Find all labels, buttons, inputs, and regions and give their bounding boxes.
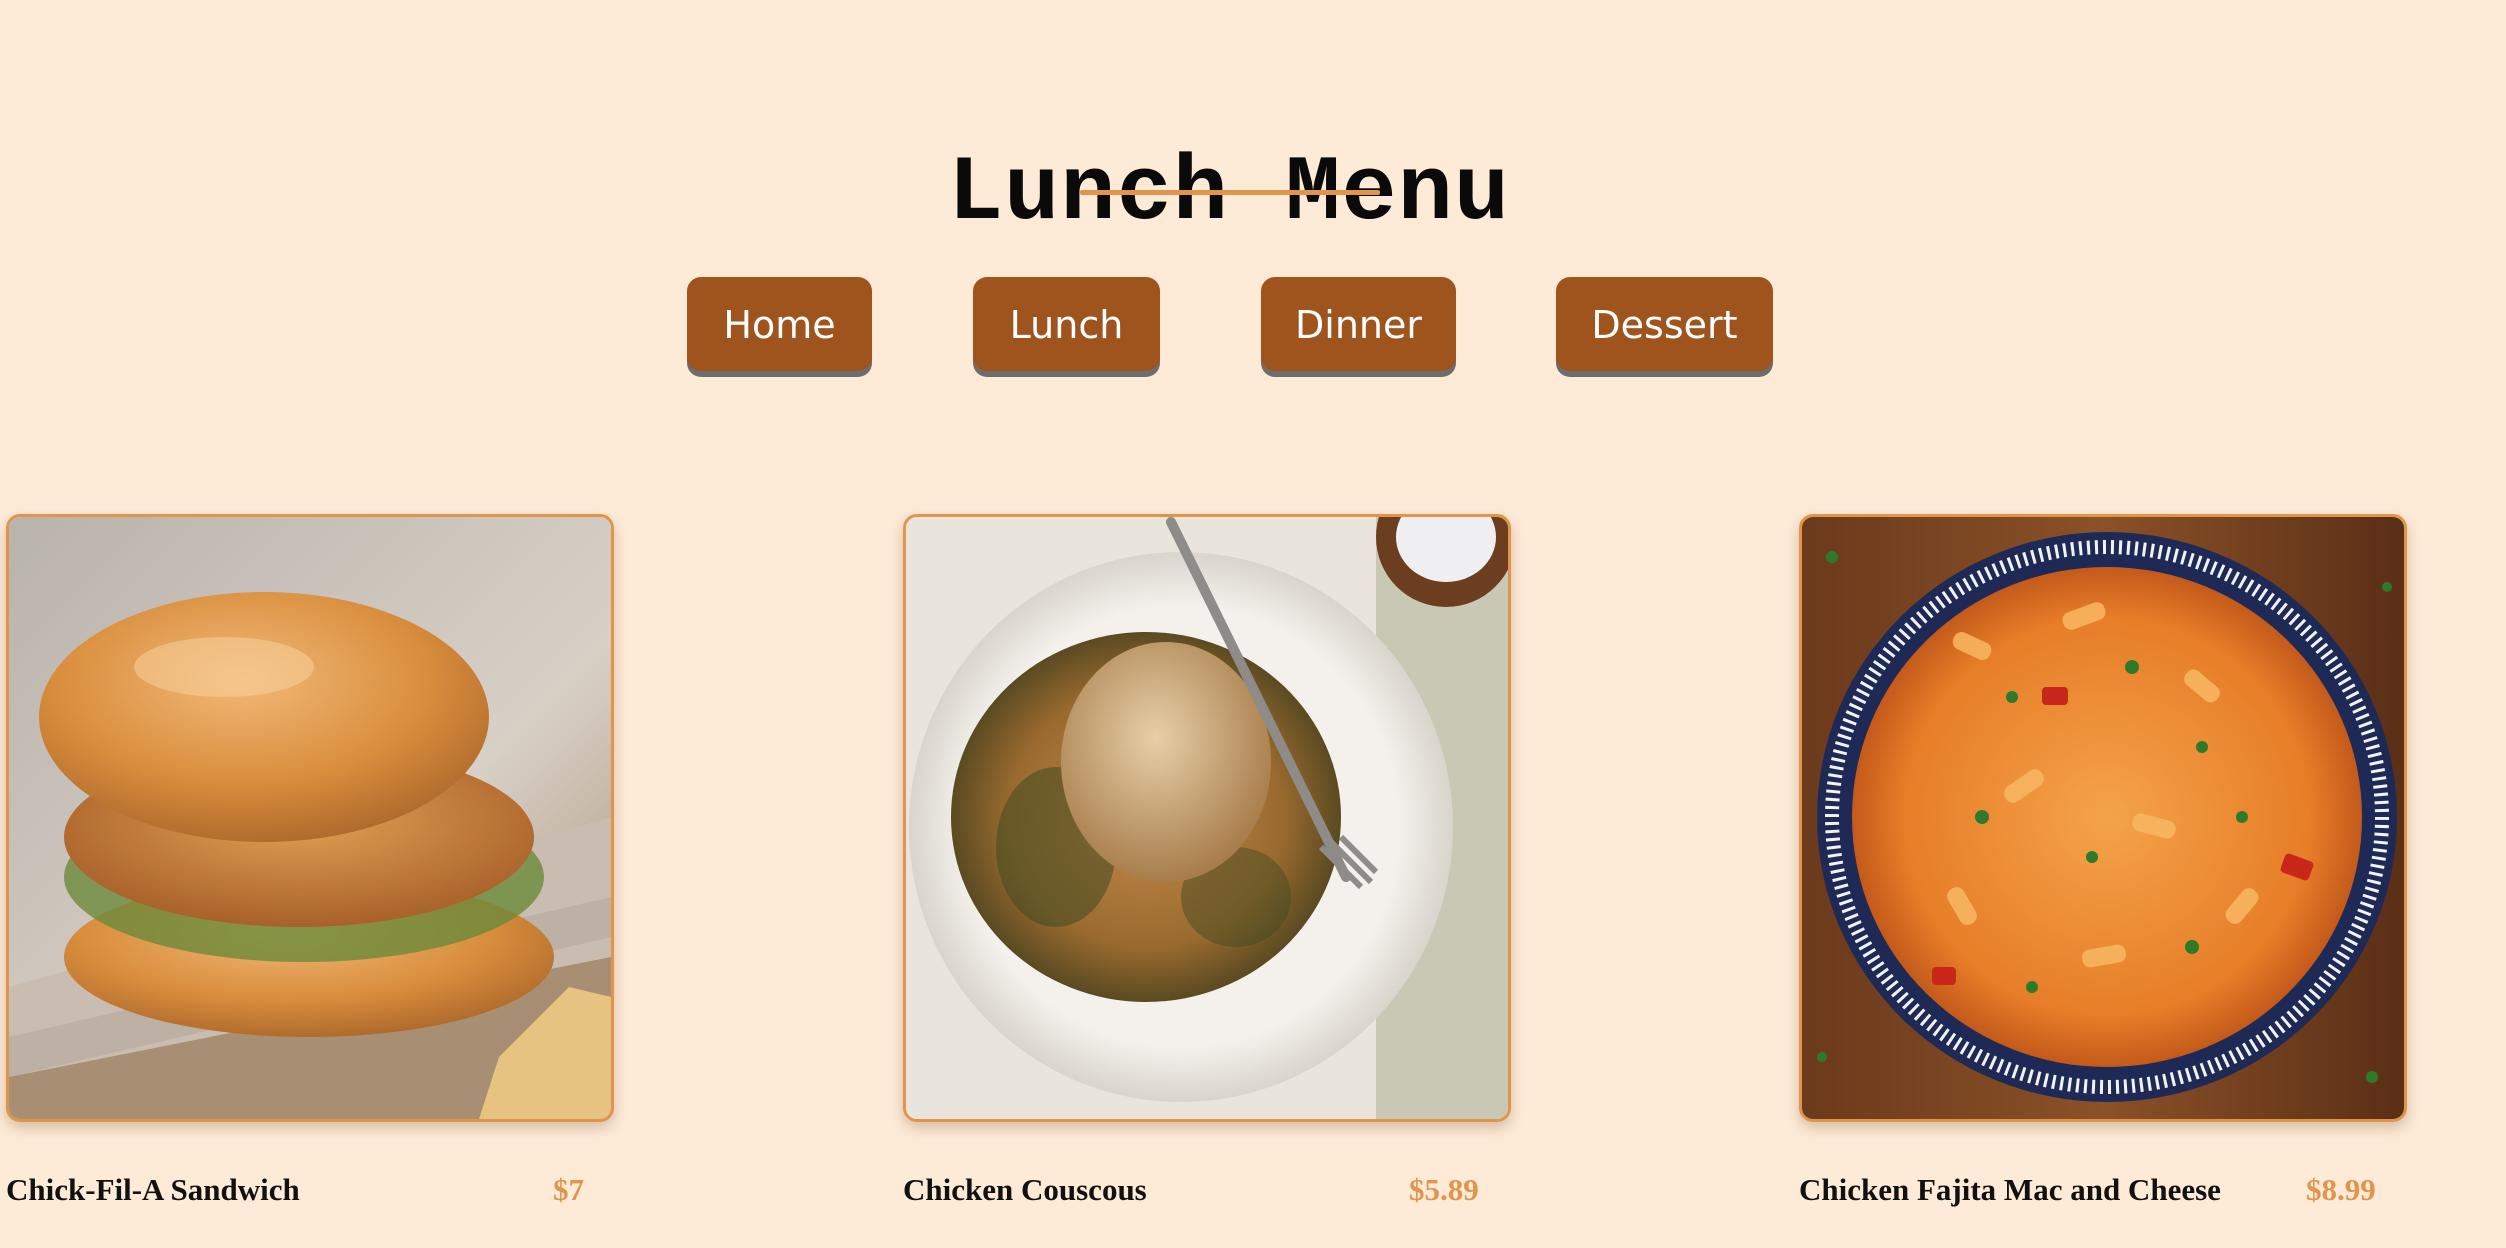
chicken-couscous-photo <box>906 517 1508 1119</box>
nav-lunch-button[interactable]: Lunch <box>973 277 1160 371</box>
menu-card-fajita-mac-and-cheese[interactable] <box>1799 514 2407 1122</box>
menu-card-chicken-sandwich[interactable] <box>6 514 614 1122</box>
nav-dessert-button[interactable]: Dessert <box>1556 277 1773 371</box>
menu-item-name: Chicken Fajita Mac and Cheese <box>1799 1172 2221 1207</box>
menu-item-name: Chick-Fil-A Sandwich <box>6 1172 300 1207</box>
menu-item-name: Chicken Couscous <box>903 1172 1147 1207</box>
menu-item-price: $7 <box>553 1172 584 1207</box>
title-underline <box>1080 190 1380 195</box>
menu-card-chicken-couscous[interactable] <box>903 514 1511 1122</box>
fajita-mac-and-cheese-photo <box>1802 517 2404 1119</box>
chicken-sandwich-photo <box>9 517 611 1119</box>
nav-dinner-button[interactable]: Dinner <box>1261 277 1456 371</box>
menu-item-price: $5.89 <box>1409 1172 1479 1207</box>
nav-home-button[interactable]: Home <box>687 277 872 371</box>
menu-item-price: $8.99 <box>2306 1172 2376 1207</box>
